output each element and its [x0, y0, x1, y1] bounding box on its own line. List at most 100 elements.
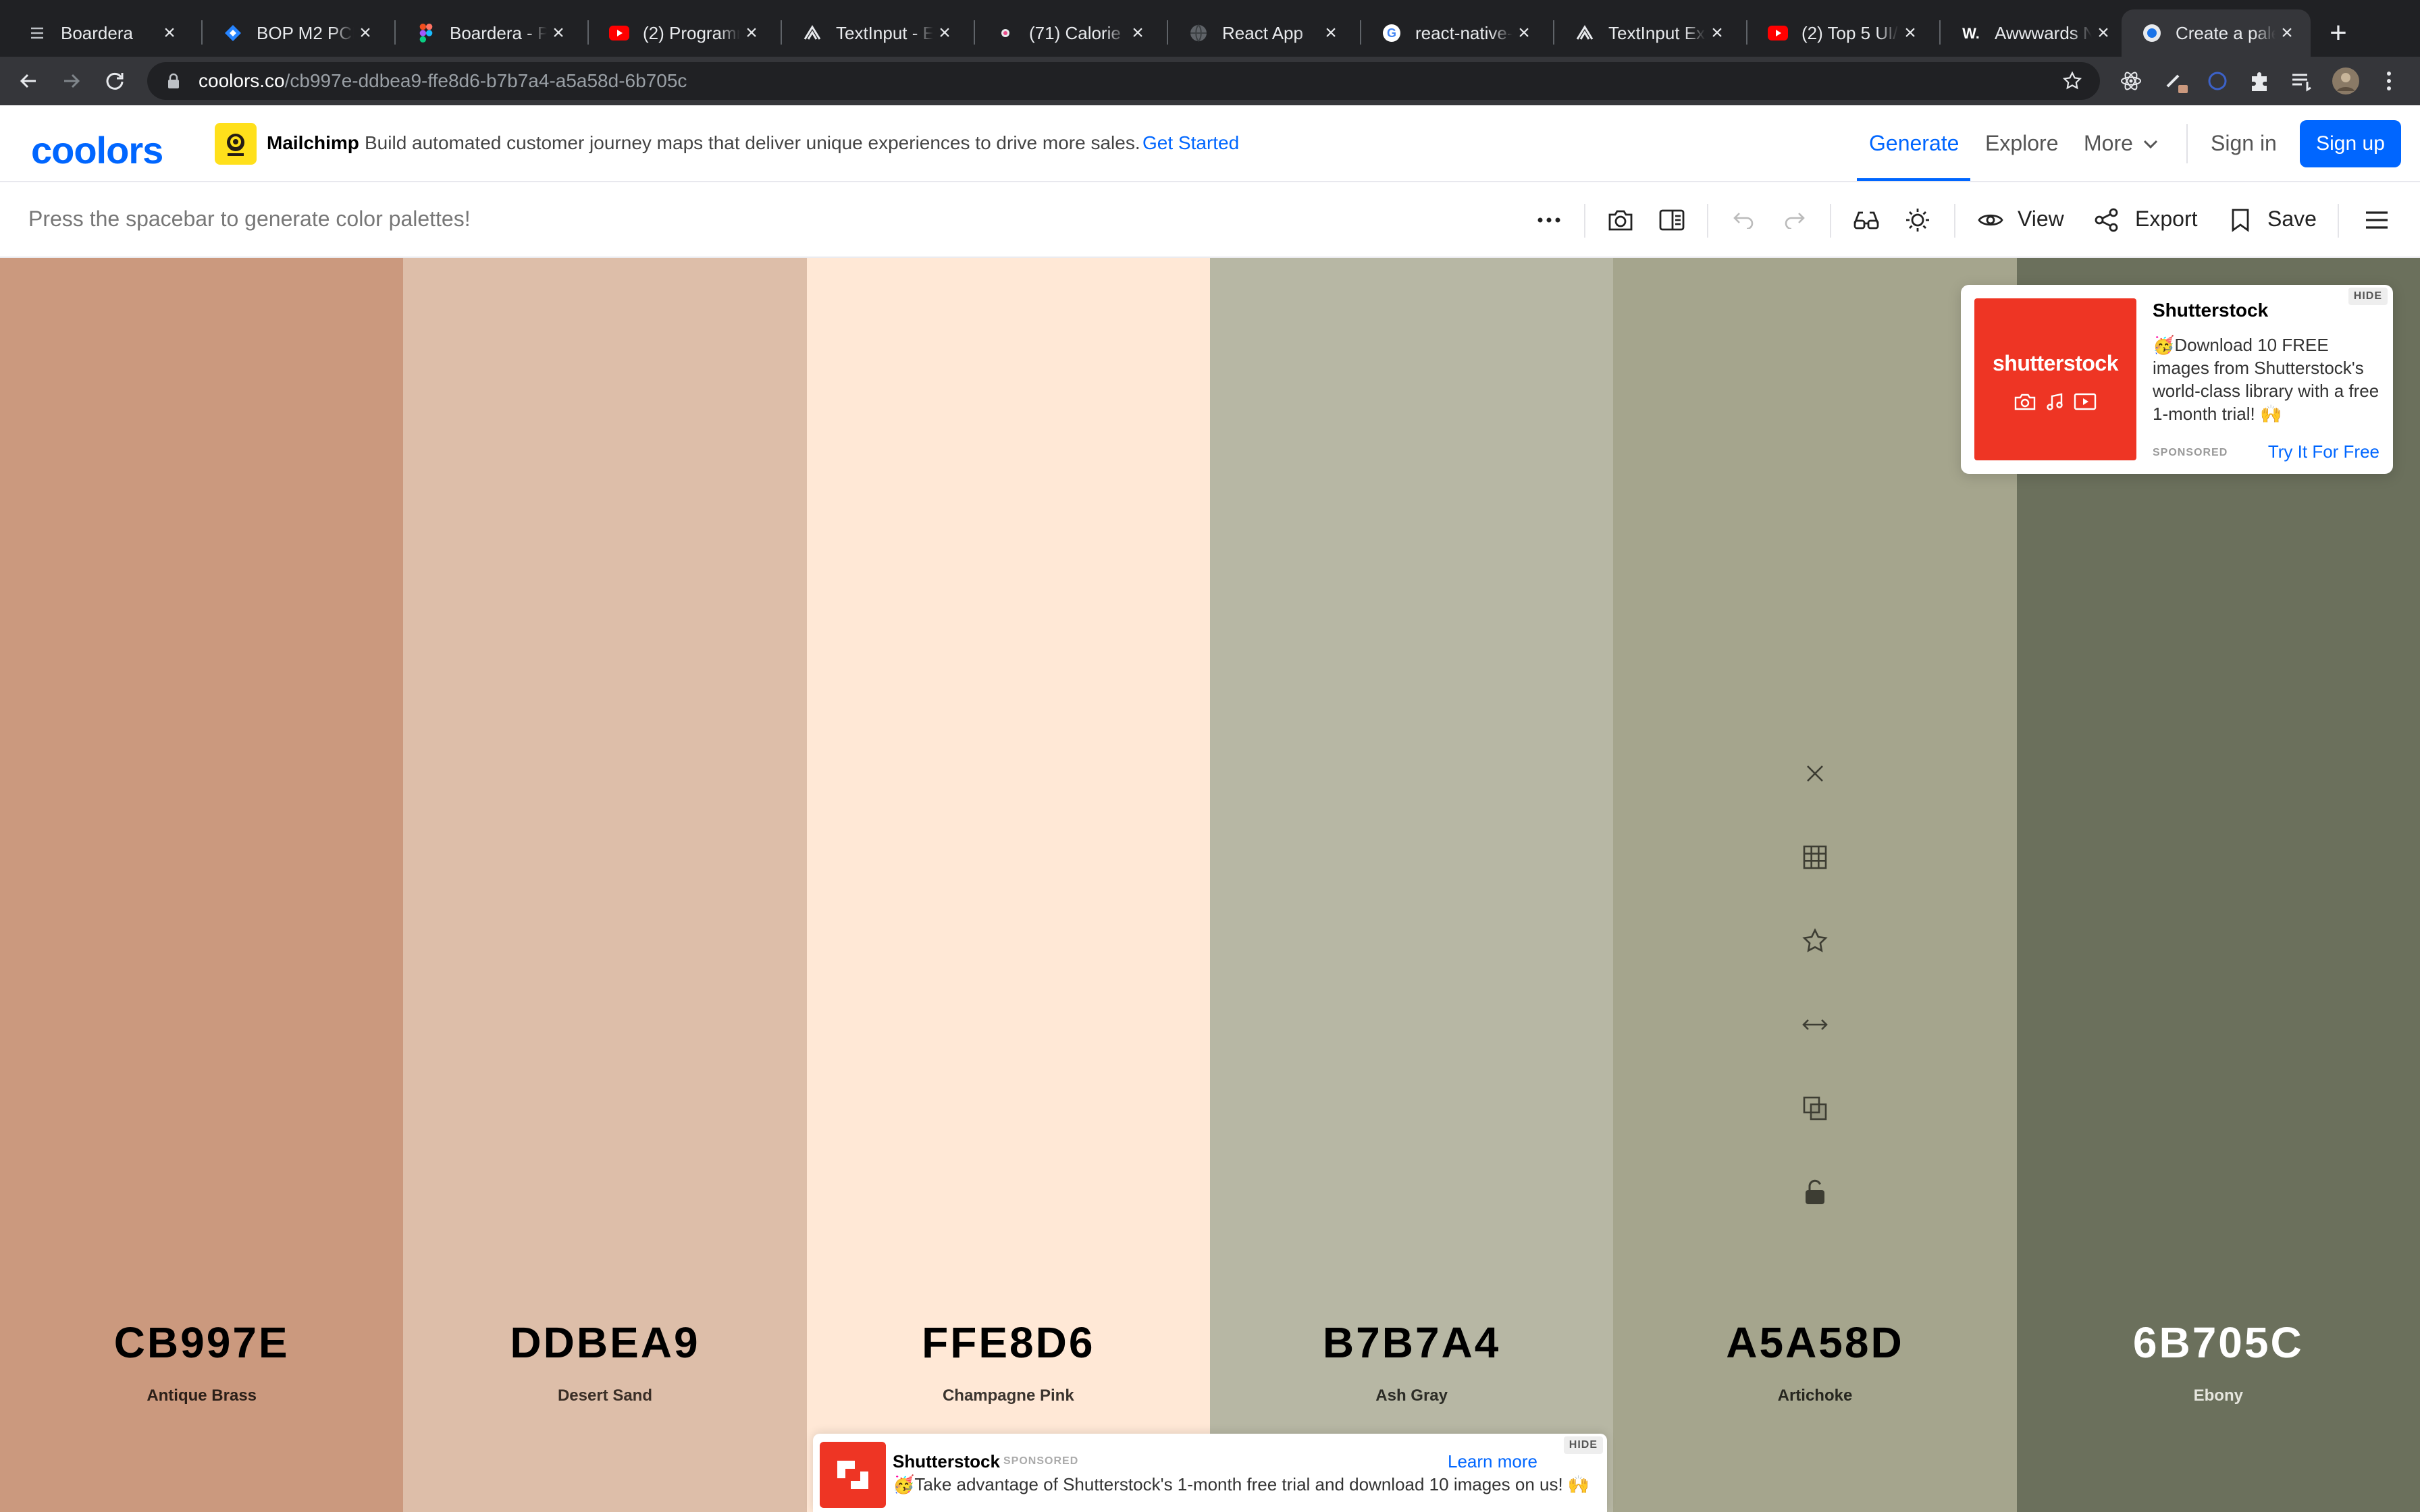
forward-icon[interactable]: [55, 65, 88, 97]
save-button[interactable]: Save: [2267, 207, 2317, 232]
color-hex[interactable]: DDBEA9: [403, 1318, 806, 1368]
browser-tab[interactable]: (71) Calorie Counter ×: [975, 9, 1161, 57]
reload-icon[interactable]: [99, 65, 131, 97]
color-swatch[interactable]: FFE8D6 Champagne Pink: [806, 258, 1210, 1512]
youtube-icon: [609, 23, 629, 43]
tab-title: react-native-paper: [1415, 22, 1512, 43]
hide-ad-button[interactable]: HIDE: [2348, 288, 2388, 305]
redo-icon[interactable]: [1777, 202, 1812, 238]
more-options-icon[interactable]: [1531, 202, 1567, 238]
browser-tab-active[interactable]: Create a palette ×: [2122, 9, 2311, 57]
browser-tab[interactable]: (2) Programming ×: [589, 9, 775, 57]
react-devtools-icon[interactable]: [2116, 66, 2146, 96]
close-icon[interactable]: ×: [1899, 22, 1922, 45]
generator-toolbar: Press the spacebar to generate color pal…: [0, 182, 2420, 258]
copy-icon[interactable]: [1797, 1091, 1833, 1126]
sponsored-ad-card[interactable]: shutterstock Shutterstock 🥳Download 10 F…: [1961, 285, 2393, 474]
extensions-puzzle-icon[interactable]: [2244, 66, 2274, 96]
close-icon[interactable]: ×: [1126, 22, 1149, 45]
close-icon[interactable]: ×: [2276, 22, 2298, 45]
extension-icon[interactable]: [2203, 66, 2232, 96]
sponsor-get-started-link[interactable]: Get Started: [1142, 132, 1239, 154]
browser-tab[interactable]: BOP M2 PCBA ×: [203, 9, 389, 57]
bookmark-icon[interactable]: [2223, 202, 2258, 238]
lock-icon[interactable]: [163, 71, 184, 91]
ad-title[interactable]: Shutterstock: [893, 1451, 1000, 1472]
color-swatch[interactable]: DDBEA9 Desert Sand: [403, 258, 807, 1512]
color-swatch-hovered[interactable]: A5A58D Artichoke: [1613, 258, 2017, 1512]
shades-grid-icon[interactable]: [1797, 840, 1833, 875]
adjust-brightness-icon[interactable]: [1900, 202, 1935, 238]
remove-color-icon[interactable]: [1797, 756, 1833, 791]
nav-more[interactable]: More: [2084, 131, 2159, 156]
close-icon[interactable]: ×: [933, 22, 956, 45]
color-blindness-glasses-icon[interactable]: [1849, 202, 1884, 238]
export-button[interactable]: Export: [2135, 207, 2197, 232]
bookmark-star-icon[interactable]: [2061, 70, 2084, 92]
view-button[interactable]: View: [2018, 207, 2064, 232]
browser-tab[interactable]: React App ×: [1168, 9, 1354, 57]
browser-tab[interactable]: G react-native-paper ×: [1361, 9, 1548, 57]
shutterstock-wordmark: shutterstock: [1992, 351, 2119, 375]
browser-tab[interactable]: Boardera - PCB ×: [396, 9, 582, 57]
address-bar[interactable]: coolors.co/cb997e-ddbea9-ffe8d6-b7b7a4-a…: [147, 62, 2100, 100]
color-swatch[interactable]: B7B7A4 Ash Gray: [1209, 258, 1614, 1512]
tab-title: TextInput Example: [1608, 22, 1706, 43]
color-swatch[interactable]: CB997E Antique Brass: [0, 258, 404, 1512]
media-queue-icon[interactable]: [2286, 66, 2316, 96]
camera-icon[interactable]: [1603, 202, 1638, 238]
hamburger-menu-icon[interactable]: [2359, 202, 2394, 238]
toolbar-divider: [2338, 204, 2339, 238]
color-hex[interactable]: FFE8D6: [807, 1318, 1210, 1368]
share-icon[interactable]: [2089, 202, 2124, 238]
toolbar-divider: [1707, 204, 1708, 238]
hide-ad-button[interactable]: HIDE: [1563, 1436, 1603, 1454]
drag-handle-icon[interactable]: [1797, 1007, 1833, 1042]
color-hex[interactable]: B7B7A4: [1210, 1318, 1613, 1368]
shutterstock-logo-icon[interactable]: [820, 1442, 886, 1508]
color-hex[interactable]: CB997E: [0, 1318, 403, 1368]
browser-tab[interactable]: TextInput - Expo ×: [782, 9, 968, 57]
shutterstock-ad-image[interactable]: shutterstock: [1974, 298, 2136, 460]
nav-active-indicator: [1857, 178, 1970, 181]
close-icon[interactable]: ×: [158, 22, 181, 45]
browser-tab[interactable]: TextInput Example ×: [1554, 9, 1741, 57]
url-text: coolors.co/cb997e-ddbea9-ffe8d6-b7b7a4-a…: [199, 70, 687, 91]
camera-icon: [2014, 393, 2036, 415]
close-icon[interactable]: ×: [1512, 22, 1535, 45]
undo-icon[interactable]: [1726, 202, 1761, 238]
color-hex[interactable]: 6B705C: [2017, 1318, 2420, 1368]
new-tab-button[interactable]: +: [2320, 15, 2357, 51]
sign-up-button[interactable]: Sign up: [2300, 120, 2401, 167]
close-icon[interactable]: ×: [547, 22, 570, 45]
try-it-for-free-link[interactable]: Try It For Free: [2268, 441, 2379, 462]
browser-tab[interactable]: (2) Top 5 UI/UX ×: [1747, 9, 1934, 57]
back-icon[interactable]: [12, 65, 45, 97]
browser-tab[interactable]: Boardera ×: [7, 9, 193, 57]
mailchimp-logo-icon[interactable]: [215, 123, 257, 165]
eye-icon[interactable]: [1973, 202, 2008, 238]
color-hex[interactable]: A5A58D: [1613, 1318, 2016, 1368]
close-icon[interactable]: ×: [2092, 22, 2115, 45]
profile-avatar-icon[interactable]: [2331, 66, 2361, 96]
jira-icon: [223, 23, 243, 43]
browser-menu-icon[interactable]: [2374, 66, 2404, 96]
nav-generate[interactable]: Generate: [1869, 131, 1959, 156]
figma-icon: [416, 23, 436, 43]
browser-tab[interactable]: W. Awwwards Nominees ×: [1941, 9, 2127, 57]
nav-explore[interactable]: Explore: [1985, 131, 2059, 156]
unlock-icon[interactable]: [1797, 1174, 1833, 1210]
sign-in-link[interactable]: Sign in: [2211, 131, 2277, 156]
close-icon[interactable]: ×: [1706, 22, 1729, 45]
ad-title[interactable]: Shutterstock: [2153, 300, 2268, 321]
eyedropper-extension-icon[interactable]: [2161, 66, 2190, 96]
close-icon[interactable]: ×: [354, 22, 377, 45]
learn-more-link[interactable]: Learn more: [1448, 1451, 1537, 1472]
tab-title: Create a palette: [2176, 22, 2276, 43]
coolors-logo[interactable]: coolors: [31, 128, 163, 172]
side-panel-icon[interactable]: [1654, 202, 1689, 238]
favorite-star-icon[interactable]: [1797, 923, 1833, 959]
close-icon[interactable]: ×: [740, 22, 763, 45]
close-icon[interactable]: ×: [1319, 22, 1342, 45]
bottom-sponsored-banner[interactable]: Shutterstock SPONSORED 🥳Take advantage o…: [813, 1434, 1607, 1512]
